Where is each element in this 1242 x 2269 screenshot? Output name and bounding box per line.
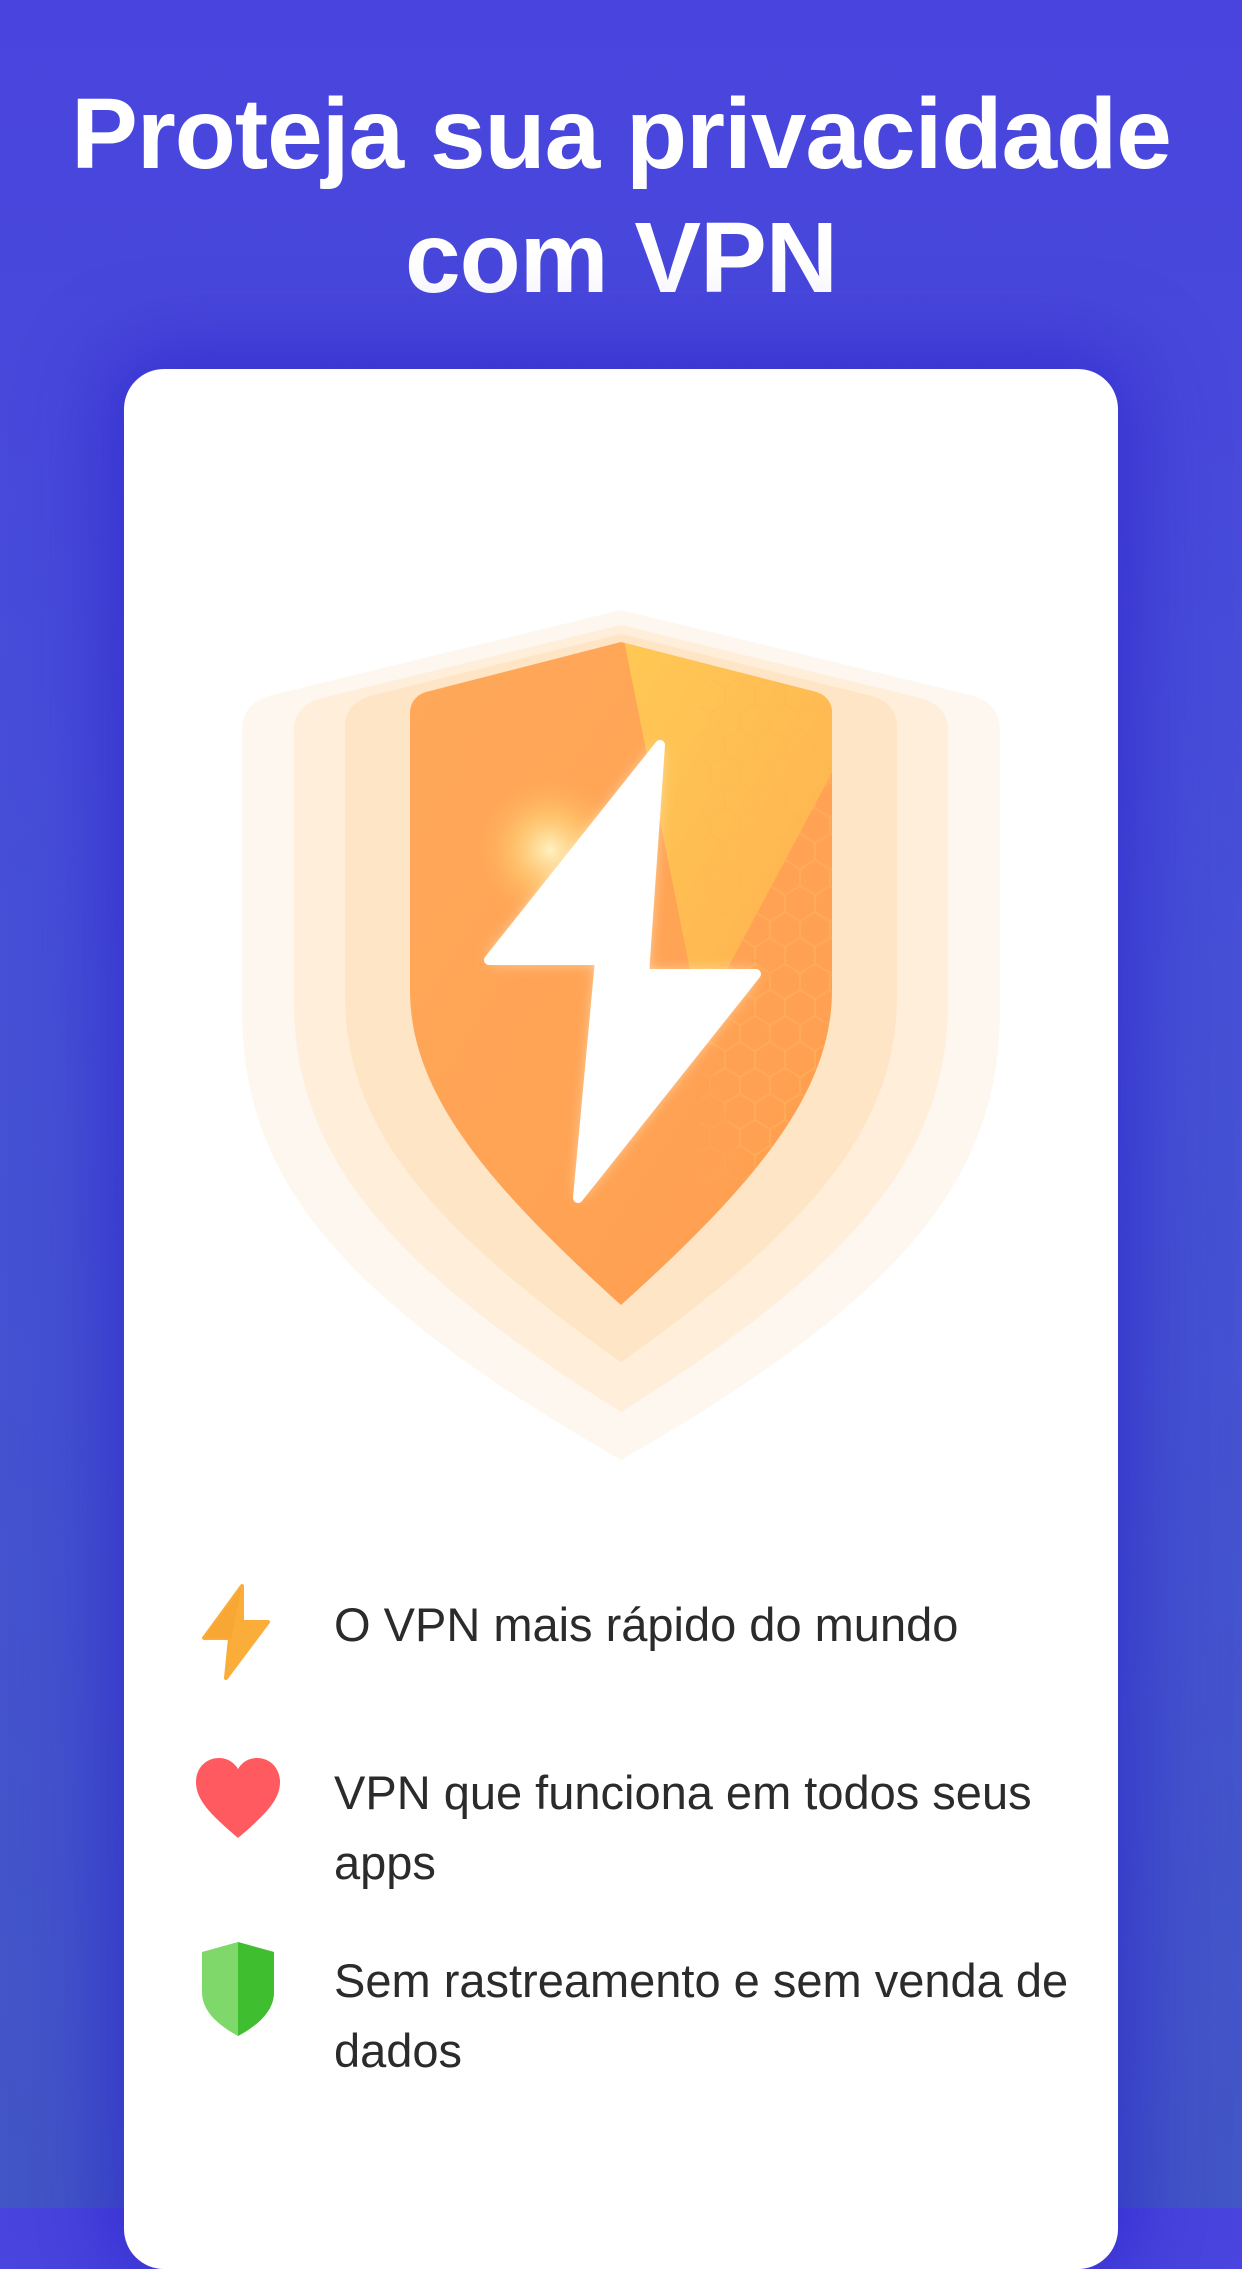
shield-lightning-icon bbox=[200, 600, 1042, 1480]
feature-text-all-apps: VPN que funciona em todos seus apps bbox=[334, 1766, 1032, 1889]
page-title-line-2: com VPN bbox=[404, 202, 838, 314]
heart-icon bbox=[190, 1752, 286, 1852]
lightning-icon bbox=[190, 1582, 286, 1682]
page-title: Proteja sua privacidade com VPN bbox=[0, 72, 1242, 320]
page-title-line-1: Proteja sua privacidade bbox=[71, 78, 1172, 190]
shield-icon bbox=[190, 1940, 286, 2040]
feature-text-fastest: O VPN mais rápido do mundo bbox=[334, 1598, 959, 1651]
feature-text-no-tracking: Sem rastreamento e sem venda de dados bbox=[334, 1954, 1069, 2077]
